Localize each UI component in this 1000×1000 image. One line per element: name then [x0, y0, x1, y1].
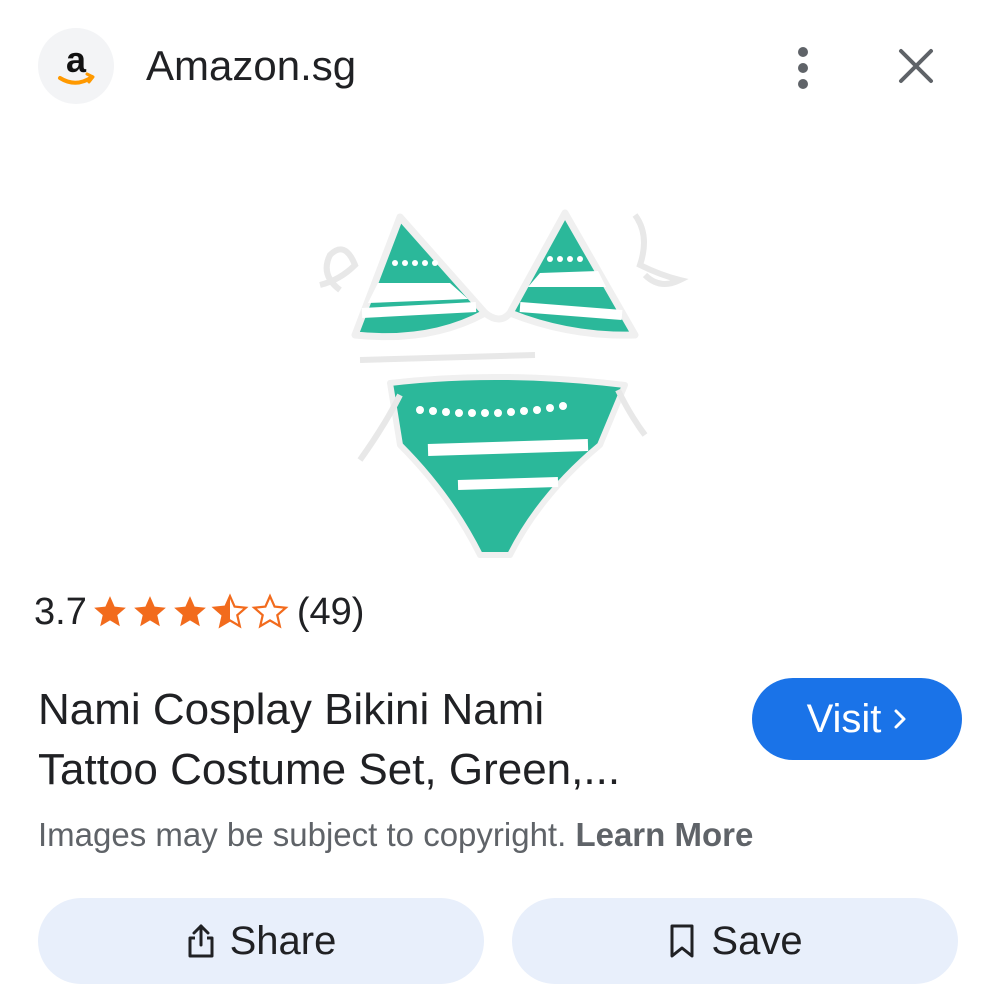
rating-value: 3.7	[34, 590, 87, 633]
save-label: Save	[711, 918, 803, 963]
header: a Amazon.sg	[0, 0, 1000, 130]
rating-row: 3.7 (49)	[34, 586, 364, 638]
product-title-line-2: Tattoo Costume Set, Green,...	[38, 745, 621, 794]
chevron-right-icon	[894, 709, 906, 729]
product-title-line-1: Nami Cosplay Bikini Nami	[38, 685, 545, 734]
save-button[interactable]: Save	[512, 898, 958, 984]
site-name: Amazon.sg	[146, 42, 357, 89]
visit-button[interactable]: Visit	[752, 678, 962, 760]
bookmark-icon	[670, 924, 694, 958]
star-full-icon	[173, 596, 206, 627]
share-button[interactable]: Share	[38, 898, 484, 984]
share-icon	[188, 924, 214, 958]
copyright-notice: Images may be subject to copyright. Lear…	[38, 816, 753, 854]
copyright-text: Images may be subject to copyright.	[38, 816, 576, 853]
svg-text:a: a	[66, 39, 87, 80]
share-label: Share	[229, 918, 337, 963]
learn-more-link[interactable]: Learn More	[575, 816, 753, 853]
close-button[interactable]	[888, 38, 944, 94]
amazon-logo-icon: a	[38, 28, 114, 104]
star-full-icon	[93, 596, 126, 627]
star-half-icon	[211, 593, 249, 629]
product-title[interactable]: Nami Cosplay Bikini Nami Tattoo Costume …	[38, 680, 738, 800]
star-empty-icon	[251, 593, 289, 629]
star-full-icon	[133, 596, 166, 627]
more-vert-icon	[798, 47, 808, 89]
visit-label: Visit	[806, 696, 882, 741]
rating-count: (49)	[296, 590, 365, 633]
star-rating	[91, 593, 291, 631]
product-image[interactable]	[300, 195, 700, 575]
close-icon	[899, 49, 933, 83]
more-options-button[interactable]	[780, 40, 826, 96]
